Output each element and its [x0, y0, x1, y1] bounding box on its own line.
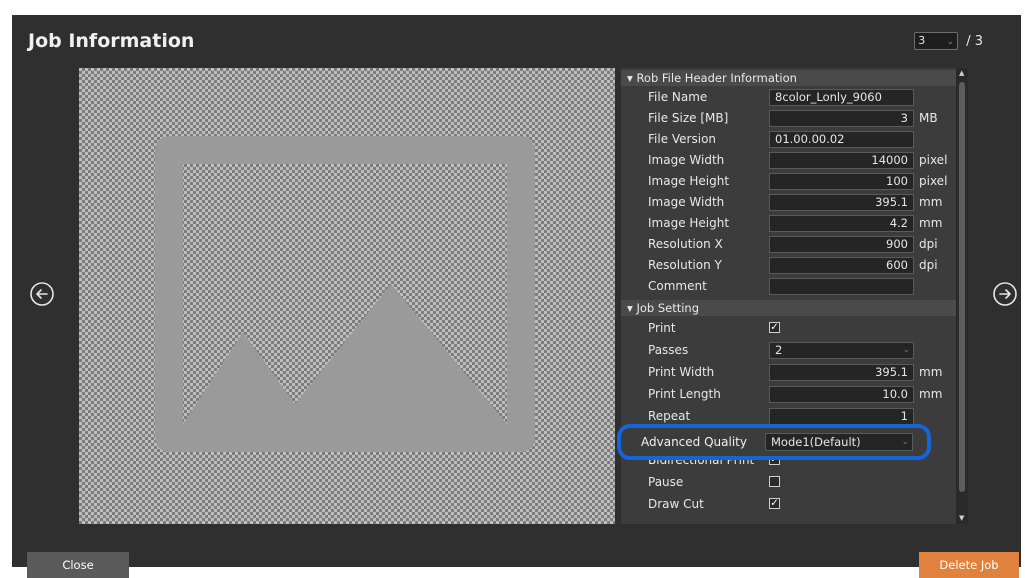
chevron-down-icon: ⌄: [902, 345, 910, 355]
image-width-mm-field[interactable]: 395.1: [769, 194, 914, 211]
file-name-field[interactable]: 8color_Lonly_9060: [769, 89, 914, 106]
advanced-quality-highlight: Advanced Quality Mode1(Default) ⌄: [617, 424, 931, 460]
arrow-right-circle-icon[interactable]: [992, 281, 1018, 307]
image-placeholder-icon: [155, 136, 535, 452]
unit-label: mm: [919, 387, 943, 401]
pause-checkbox[interactable]: [769, 476, 780, 487]
property-label: Print Length: [648, 387, 721, 401]
unit-label: pixel: [919, 174, 948, 188]
print-width-field[interactable]: 395.1: [769, 364, 914, 381]
property-label: Pause: [648, 475, 684, 489]
property-row: Resolution Y 600 dpi: [621, 255, 965, 276]
property-label: Print Width: [648, 365, 715, 379]
close-button[interactable]: Close: [27, 552, 129, 578]
property-row: Resolution X 900 dpi: [621, 234, 965, 255]
page-title: Job Information: [28, 30, 195, 52]
file-size-field[interactable]: 3: [769, 110, 914, 127]
property-row: Print Length 10.0 mm: [621, 384, 965, 405]
unit-label: mm: [919, 195, 943, 209]
property-row: Print ✓: [621, 318, 965, 339]
property-row: Comment: [621, 276, 965, 297]
property-row: Passes 2 ⌄: [621, 340, 965, 361]
property-row: Print Width 395.1 mm: [621, 362, 965, 383]
property-row: File Version 01.00.00.02: [621, 129, 965, 150]
property-row: Image Width 395.1 mm: [621, 192, 965, 213]
unit-label: MB: [919, 111, 938, 125]
chevron-down-icon: ⌄: [901, 437, 909, 447]
arrow-left-circle-icon[interactable]: [29, 281, 55, 307]
scroll-up-icon[interactable]: ▲: [959, 70, 964, 77]
panel-scrollbar[interactable]: ▲ ▼: [956, 68, 968, 524]
unit-label: dpi: [919, 237, 938, 251]
property-label: File Name: [648, 90, 708, 104]
section-header-job-setting[interactable]: ▾ Job Setting: [621, 300, 957, 316]
property-row: Pause: [621, 472, 965, 493]
property-row: File Name 8color_Lonly_9060: [621, 87, 965, 108]
delete-job-button[interactable]: Delete Job: [919, 552, 1019, 578]
spin-icon[interactable]: ⌄: [947, 34, 955, 50]
passes-value: 2: [775, 343, 783, 357]
image-height-mm-field[interactable]: 4.2: [769, 215, 914, 232]
property-label: Passes: [648, 343, 689, 357]
unit-label: mm: [919, 365, 943, 379]
property-row: Image Width 14000 pixel: [621, 150, 965, 171]
file-version-field[interactable]: 01.00.00.02: [769, 131, 914, 148]
property-label: Advanced Quality: [641, 435, 747, 449]
section-title: Job Setting: [636, 301, 699, 315]
page-total: / 3: [966, 33, 983, 49]
property-label: Resolution X: [648, 237, 723, 251]
property-row: Image Height 4.2 mm: [621, 213, 965, 234]
section-title: Rob File Header Information: [636, 71, 797, 85]
job-preview: [79, 68, 615, 524]
property-row: File Size [MB] 3 MB: [621, 108, 965, 129]
scroll-thumb[interactable]: [959, 82, 965, 492]
property-label: Image Height: [648, 174, 730, 188]
repeat-field[interactable]: 1: [769, 408, 914, 425]
job-information-window: Job Information 3 ⌄ / 3 ▾ Rob File Heade…: [12, 15, 1021, 578]
resolution-x-field[interactable]: 900: [769, 236, 914, 253]
unit-label: mm: [919, 216, 943, 230]
unit-label: dpi: [919, 258, 938, 272]
property-label: Image Width: [648, 153, 725, 167]
property-label: Print: [648, 321, 676, 335]
page-pager: 3 ⌄ / 3: [914, 32, 983, 50]
property-label: Draw Cut: [648, 497, 704, 511]
image-height-pixel-field[interactable]: 100: [769, 173, 914, 190]
passes-select[interactable]: 2 ⌄: [769, 342, 914, 359]
property-row: Image Height 100 pixel: [621, 171, 965, 192]
image-width-pixel-field[interactable]: 14000: [769, 152, 914, 169]
print-length-field[interactable]: 10.0: [769, 386, 914, 403]
print-checkbox[interactable]: ✓: [769, 322, 780, 333]
property-label: File Version: [648, 132, 717, 146]
property-label: Image Height: [648, 216, 730, 230]
property-label: Image Width: [648, 195, 725, 209]
property-label: Comment: [648, 279, 707, 293]
resolution-y-field[interactable]: 600: [769, 257, 914, 274]
property-label: File Size [MB]: [648, 111, 729, 125]
section-header-file-info[interactable]: ▾ Rob File Header Information: [621, 70, 957, 86]
draw-cut-checkbox[interactable]: ✓: [769, 498, 780, 509]
advanced-quality-value: Mode1(Default): [771, 435, 861, 449]
property-label: Resolution Y: [648, 258, 722, 272]
scroll-down-icon[interactable]: ▼: [959, 515, 964, 522]
property-label: Repeat: [648, 409, 691, 423]
page-number-input[interactable]: 3 ⌄: [914, 32, 959, 50]
property-row: Draw Cut ✓: [621, 494, 965, 515]
page-number-value: 3: [918, 34, 926, 47]
unit-label: pixel: [919, 153, 948, 167]
advanced-quality-select[interactable]: Mode1(Default) ⌄: [765, 433, 913, 451]
comment-field[interactable]: [769, 278, 914, 295]
